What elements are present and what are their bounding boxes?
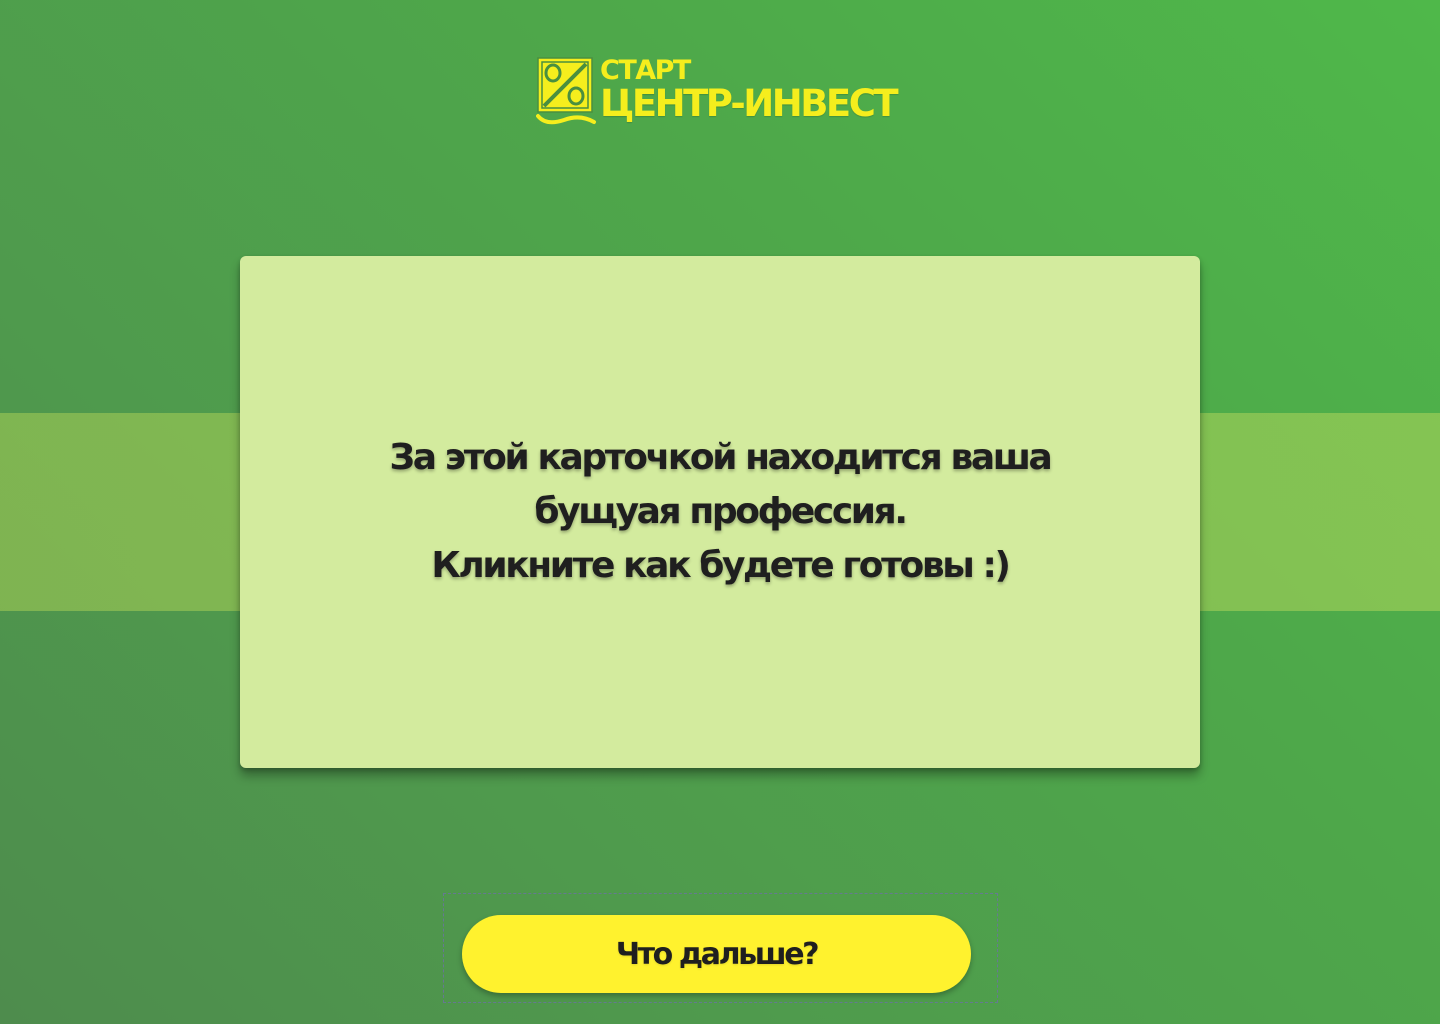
card-message: За этой карточкой находится ваша бущуая … [389,431,1053,593]
logo-title-main: ЦЕНТР-ИНВЕСТ [600,82,899,125]
percent-emblem-icon [536,57,596,125]
logo: СТАРТ ЦЕНТР-ИНВЕСТ [536,56,906,128]
card-message-line-2: бущуая профессия. [534,491,908,532]
card-message-line-1: За этой карточкой находится ваша [389,437,1053,478]
next-button[interactable]: Что дальше? [462,915,971,993]
card-message-line-3: Кликните как будете готовы :) [431,545,1011,586]
profession-card[interactable]: За этой карточкой находится ваша бущуая … [240,256,1200,768]
